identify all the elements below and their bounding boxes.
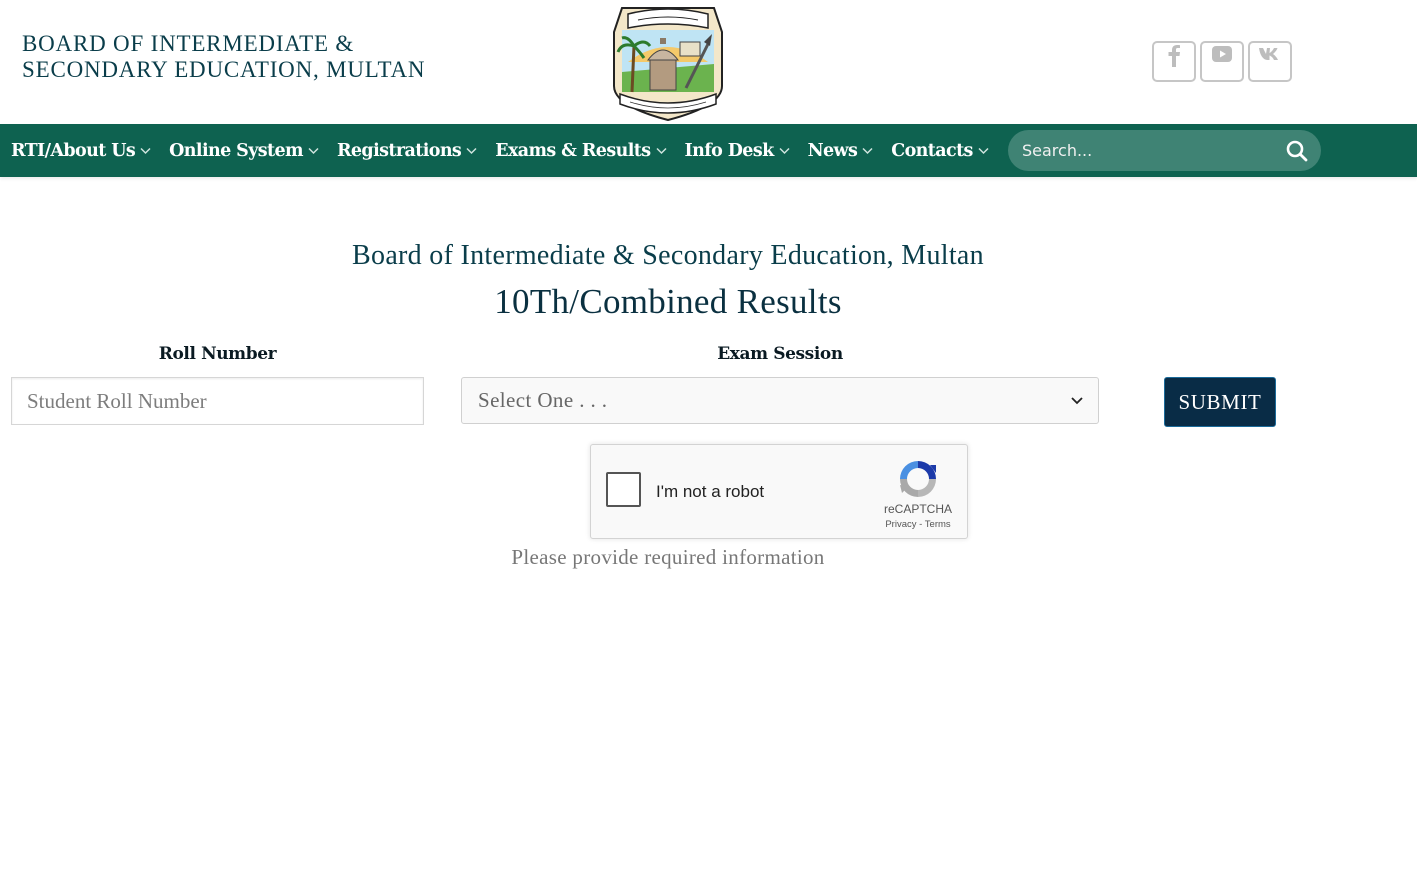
nav-item-label: RTI/About Us xyxy=(11,140,136,161)
site-title-line1: BOARD OF INTERMEDIATE & xyxy=(22,31,355,56)
nav-item-online-system[interactable]: Online System xyxy=(169,141,319,161)
nav-item-label: Registrations xyxy=(336,140,462,161)
exam-session-selected-value: Select One . . . xyxy=(478,388,608,412)
submit-button[interactable]: SUBMIT xyxy=(1164,377,1276,427)
nav-item-label: Info Desk xyxy=(684,140,775,161)
nav-item-label: News xyxy=(807,140,858,161)
site-title-line2: SECONDARY EDUCATION, MULTAN xyxy=(22,57,426,82)
recaptcha-link-separator: - xyxy=(916,519,925,530)
recaptcha-privacy-link[interactable]: Privacy xyxy=(885,519,916,530)
chevron-down-icon xyxy=(862,147,873,155)
board-logo[interactable] xyxy=(604,2,732,122)
search-input[interactable] xyxy=(1008,130,1278,171)
main-nav: RTI/About Us Online System Registrations… xyxy=(0,124,1417,177)
chevron-down-icon xyxy=(779,147,790,155)
facebook-button[interactable] xyxy=(1152,41,1196,82)
nav-item-rti-about[interactable]: RTI/About Us xyxy=(11,141,151,161)
youtube-icon xyxy=(1212,46,1232,62)
recaptcha-label: I'm not a robot xyxy=(656,482,765,501)
recaptcha-links: Privacy - Terms xyxy=(873,519,963,530)
recaptcha-widget: I'm not a robot reCAPTCHA Privacy - Term… xyxy=(590,444,968,539)
site-header: BOARD OF INTERMEDIATE & SECONDARY EDUCAT… xyxy=(0,0,1417,124)
chevron-down-icon xyxy=(466,147,477,155)
nav-item-contacts[interactable]: Contacts xyxy=(891,141,989,161)
exam-session-select[interactable]: Select One . . . xyxy=(461,377,1099,424)
search-icon[interactable] xyxy=(1285,139,1309,163)
nav-item-label: Online System xyxy=(169,140,303,161)
nav-item-label: Exams & Results xyxy=(495,140,651,161)
vk-button[interactable] xyxy=(1248,41,1292,82)
nav-menu: RTI/About Us Online System Registrations… xyxy=(11,124,1007,177)
roll-number-label: Roll Number xyxy=(158,344,277,364)
chevron-down-icon xyxy=(1071,397,1083,405)
facebook-icon xyxy=(1168,45,1180,67)
search-box xyxy=(1008,130,1321,171)
recaptcha-terms-link[interactable]: Terms xyxy=(925,519,951,530)
nav-item-news[interactable]: News xyxy=(808,141,874,161)
roll-number-input[interactable] xyxy=(11,377,424,425)
site-title[interactable]: BOARD OF INTERMEDIATE & SECONDARY EDUCAT… xyxy=(22,31,425,83)
page-title: 10Th/Combined Results xyxy=(494,282,842,321)
board-name-heading: Board of Intermediate & Secondary Educat… xyxy=(352,240,984,271)
chevron-down-icon xyxy=(140,147,151,155)
nav-item-registrations[interactable]: Registrations xyxy=(337,141,477,161)
exam-session-label: Exam Session xyxy=(717,344,843,364)
recaptcha-brand: reCAPTCHA xyxy=(883,502,952,516)
chevron-down-icon xyxy=(308,147,319,155)
vk-icon xyxy=(1259,48,1278,60)
chevron-down-icon xyxy=(978,147,989,155)
chevron-down-icon xyxy=(655,147,667,155)
recaptcha-logo-icon xyxy=(900,461,936,497)
nav-item-label: Contacts xyxy=(891,140,973,161)
status-message: Please provide required information xyxy=(511,545,825,569)
social-links xyxy=(1152,41,1292,82)
recaptcha-checkbox[interactable] xyxy=(606,472,641,507)
nav-item-info-desk[interactable]: Info Desk xyxy=(685,141,790,161)
nav-item-exams-results[interactable]: Exams & Results xyxy=(495,140,667,161)
youtube-button[interactable] xyxy=(1200,41,1244,82)
